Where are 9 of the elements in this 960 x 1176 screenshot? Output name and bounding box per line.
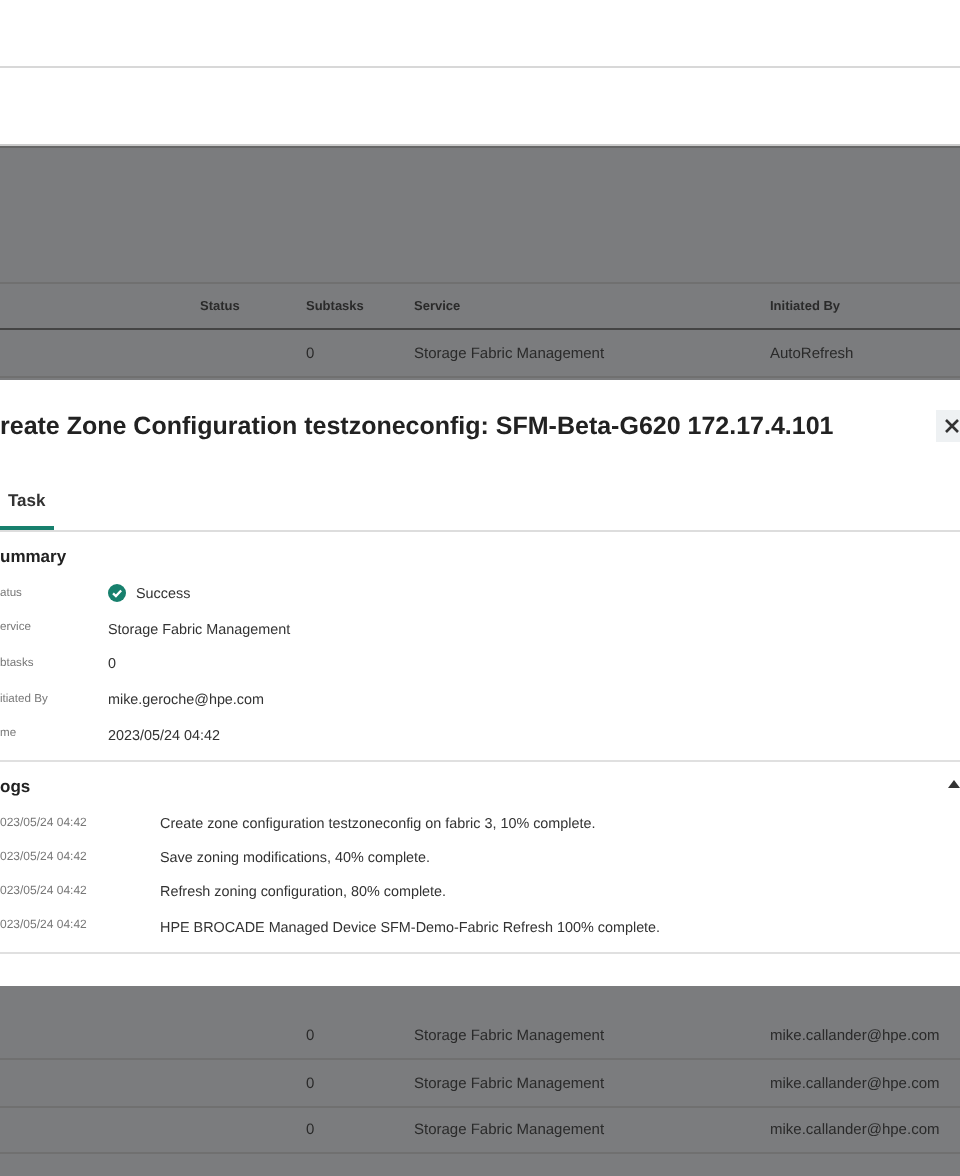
section-heading: ummary bbox=[0, 544, 69, 570]
section-heading: ogs bbox=[0, 773, 31, 800]
close-icon bbox=[944, 418, 960, 434]
dialog-title: reate Zone Configuration testzoneconfig: SFM-Beta-G620 172.17.4.101 bbox=[0, 412, 834, 440]
caret-icon bbox=[948, 779, 960, 788]
close-button[interactable] bbox=[936, 410, 960, 442]
tab[interactable]: Task bbox=[0, 472, 54, 530]
check-circle-icon bbox=[108, 584, 126, 603]
collapse-button[interactable] bbox=[948, 779, 960, 788]
